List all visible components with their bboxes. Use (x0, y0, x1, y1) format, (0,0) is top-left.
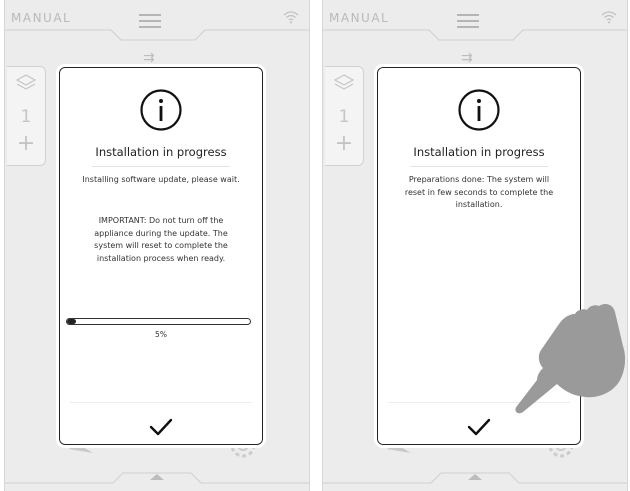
add-button[interactable]: + (7, 133, 45, 155)
info-icon (458, 89, 500, 131)
appliance-screen-left: MANUAL ⇉ 1 + Installation in progress In… (4, 0, 310, 491)
info-icon (140, 89, 182, 131)
layers-icon[interactable] (15, 72, 37, 94)
checkmark-icon (467, 418, 491, 436)
background-arrows-icon: ⇉ (143, 50, 155, 66)
hamburger-icon[interactable] (457, 14, 479, 28)
confirm-button[interactable] (462, 414, 496, 440)
top-bar: MANUAL (5, 0, 309, 44)
hamburger-icon[interactable] (139, 14, 161, 28)
update-message: Installing software update, please wait. (82, 175, 240, 184)
add-button[interactable]: + (325, 133, 363, 155)
important-warning: IMPORTANT: Do not turn off the appliance… (94, 216, 228, 263)
confirm-button[interactable] (144, 414, 178, 440)
title-divider (410, 166, 548, 167)
level-count: 1 (20, 107, 32, 127)
title-divider (92, 166, 230, 167)
wifi-icon (283, 11, 299, 24)
side-panel: 1 + (7, 66, 46, 166)
dialog-title: Installation in progress (95, 145, 227, 159)
background-arrows-icon: ⇉ (461, 50, 473, 66)
dialog-title: Installation in progress (413, 145, 545, 159)
mode-label[interactable]: MANUAL (329, 11, 389, 25)
installation-dialog: Installation in progress Installing soft… (56, 64, 266, 448)
checkmark-icon (149, 418, 173, 436)
top-bar: MANUAL (323, 0, 627, 44)
layers-icon[interactable] (333, 72, 355, 94)
progress-fill (67, 319, 77, 324)
wifi-icon (601, 11, 617, 24)
appliance-screen-right: MANUAL ⇉ 1 + Installation in progress Pr… (322, 0, 628, 491)
footer-divider (70, 402, 252, 403)
progress-bar (66, 318, 251, 325)
status-message: Preparations done: The system will reset… (404, 175, 554, 209)
mode-label[interactable]: MANUAL (11, 11, 71, 25)
level-count: 1 (338, 107, 350, 127)
side-panel: 1 + (325, 66, 364, 166)
hand-pointer-icon (515, 304, 626, 414)
progress-percent: 5% (155, 330, 167, 339)
